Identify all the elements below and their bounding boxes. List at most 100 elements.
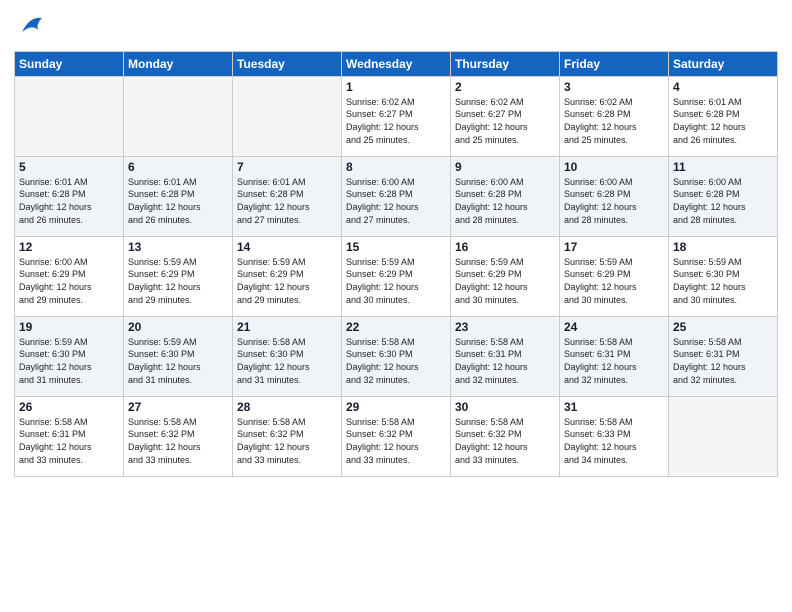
day-number: 7 [237,160,337,174]
weekday-header-row: SundayMondayTuesdayWednesdayThursdayFrid… [15,51,778,76]
day-number: 15 [346,240,446,254]
calendar-cell: 13 Sunrise: 5:59 AMSunset: 6:29 PMDayligh… [124,236,233,316]
calendar-cell: 24 Sunrise: 5:58 AMSunset: 6:31 PMDayligh… [560,316,669,396]
day-number: 14 [237,240,337,254]
calendar-cell: 25Sunrise: 5:58 AMSunset: 6:31 PMDayligh… [669,316,778,396]
logo-text [14,10,44,43]
calendar-cell: 30 Sunrise: 5:58 AMSunset: 6:32 PMDayligh… [451,396,560,476]
day-info: Sunrise: 5:59 AMSunset: 6:29 PMDaylight:… [128,256,228,306]
day-number: 16 [455,240,555,254]
calendar-cell: 21 Sunrise: 5:58 AMSunset: 6:30 PMDayligh… [233,316,342,396]
calendar-cell: 10Sunrise: 6:00 AMSunset: 6:28 PMDayligh… [560,156,669,236]
day-number: 1 [346,80,446,94]
day-info: Sunrise: 5:59 AMSunset: 6:29 PMDaylight:… [455,256,555,306]
day-info: Sunrise: 6:01 AMSunset: 6:28 PMDaylight:… [673,96,773,146]
day-info: Sunrise: 5:58 AMSunset: 6:31 PMDaylight:… [19,416,119,466]
day-number: 23 [455,320,555,334]
calendar-cell: 11Sunrise: 6:00 AMSunset: 6:28 PMDayligh… [669,156,778,236]
header [14,10,778,43]
day-info: Sunrise: 6:00 AMSunset: 6:29 PMDaylight:… [19,256,119,306]
calendar-cell: 14Sunrise: 5:59 AMSunset: 6:29 PMDayligh… [233,236,342,316]
day-info: Sunrise: 5:58 AMSunset: 6:30 PMDaylight:… [346,336,446,386]
calendar-week-4: 19 Sunrise: 5:59 AMSunset: 6:30 PMDayligh… [15,316,778,396]
calendar-week-3: 12Sunrise: 6:00 AMSunset: 6:29 PMDayligh… [15,236,778,316]
day-number: 18 [673,240,773,254]
day-number: 6 [128,160,228,174]
day-info: Sunrise: 6:01 AMSunset: 6:28 PMDaylight:… [128,176,228,226]
calendar-week-2: 5 Sunrise: 6:01 AMSunset: 6:28 PMDaylight… [15,156,778,236]
calendar-cell: 6 Sunrise: 6:01 AMSunset: 6:28 PMDaylight… [124,156,233,236]
day-number: 2 [455,80,555,94]
day-number: 9 [455,160,555,174]
calendar-cell: 16 Sunrise: 5:59 AMSunset: 6:29 PMDayligh… [451,236,560,316]
day-info: Sunrise: 5:59 AMSunset: 6:29 PMDaylight:… [564,256,664,306]
calendar-cell [15,76,124,156]
calendar-cell: 18 Sunrise: 5:59 AMSunset: 6:30 PMDayligh… [669,236,778,316]
day-number: 5 [19,160,119,174]
day-info: Sunrise: 6:02 AMSunset: 6:27 PMDaylight:… [455,96,555,146]
day-number: 30 [455,400,555,414]
calendar-cell: 29Sunrise: 5:58 AMSunset: 6:32 PMDayligh… [342,396,451,476]
weekday-header-tuesday: Tuesday [233,51,342,76]
calendar-cell: 15 Sunrise: 5:59 AMSunset: 6:29 PMDayligh… [342,236,451,316]
day-info: Sunrise: 6:00 AMSunset: 6:28 PMDaylight:… [673,176,773,226]
calendar-cell: 7 Sunrise: 6:01 AMSunset: 6:28 PMDaylight… [233,156,342,236]
day-info: Sunrise: 6:00 AMSunset: 6:28 PMDaylight:… [346,176,446,226]
calendar-cell: 31Sunrise: 5:58 AMSunset: 6:33 PMDayligh… [560,396,669,476]
weekday-header-saturday: Saturday [669,51,778,76]
day-number: 20 [128,320,228,334]
calendar-cell: 17 Sunrise: 5:59 AMSunset: 6:29 PMDayligh… [560,236,669,316]
day-info: Sunrise: 5:59 AMSunset: 6:30 PMDaylight:… [673,256,773,306]
day-info: Sunrise: 5:58 AMSunset: 6:32 PMDaylight:… [237,416,337,466]
logo [14,10,44,43]
day-number: 27 [128,400,228,414]
weekday-header-thursday: Thursday [451,51,560,76]
day-number: 22 [346,320,446,334]
calendar-cell: 3Sunrise: 6:02 AMSunset: 6:28 PMDaylight… [560,76,669,156]
day-number: 10 [564,160,664,174]
calendar-cell: 2 Sunrise: 6:02 AMSunset: 6:27 PMDaylight… [451,76,560,156]
weekday-header-wednesday: Wednesday [342,51,451,76]
day-number: 21 [237,320,337,334]
day-info: Sunrise: 5:58 AMSunset: 6:31 PMDaylight:… [564,336,664,386]
logo-bird-icon [16,10,44,38]
calendar-cell: 19 Sunrise: 5:59 AMSunset: 6:30 PMDayligh… [15,316,124,396]
day-number: 24 [564,320,664,334]
day-number: 8 [346,160,446,174]
day-number: 17 [564,240,664,254]
day-info: Sunrise: 5:58 AMSunset: 6:31 PMDaylight:… [455,336,555,386]
day-number: 3 [564,80,664,94]
calendar-table: SundayMondayTuesdayWednesdayThursdayFrid… [14,51,778,477]
calendar-cell: 9 Sunrise: 6:00 AMSunset: 6:28 PMDaylight… [451,156,560,236]
weekday-header-sunday: Sunday [15,51,124,76]
day-info: Sunrise: 5:59 AMSunset: 6:30 PMDaylight:… [19,336,119,386]
day-info: Sunrise: 6:01 AMSunset: 6:28 PMDaylight:… [237,176,337,226]
calendar-cell: 12Sunrise: 6:00 AMSunset: 6:29 PMDayligh… [15,236,124,316]
calendar-cell: 4 Sunrise: 6:01 AMSunset: 6:28 PMDaylight… [669,76,778,156]
page: SundayMondayTuesdayWednesdayThursdayFrid… [0,0,792,612]
day-info: Sunrise: 5:58 AMSunset: 6:32 PMDaylight:… [455,416,555,466]
calendar-cell: 23 Sunrise: 5:58 AMSunset: 6:31 PMDayligh… [451,316,560,396]
day-number: 19 [19,320,119,334]
calendar-cell: 5 Sunrise: 6:01 AMSunset: 6:28 PMDaylight… [15,156,124,236]
day-info: Sunrise: 6:00 AMSunset: 6:28 PMDaylight:… [455,176,555,226]
day-info: Sunrise: 5:58 AMSunset: 6:30 PMDaylight:… [237,336,337,386]
day-number: 4 [673,80,773,94]
day-info: Sunrise: 6:01 AMSunset: 6:28 PMDaylight:… [19,176,119,226]
day-number: 25 [673,320,773,334]
calendar-cell [669,396,778,476]
day-info: Sunrise: 6:02 AMSunset: 6:27 PMDaylight:… [346,96,446,146]
calendar-cell [124,76,233,156]
calendar-cell [233,76,342,156]
day-number: 13 [128,240,228,254]
day-number: 31 [564,400,664,414]
calendar-cell: 28 Sunrise: 5:58 AMSunset: 6:32 PMDayligh… [233,396,342,476]
day-number: 28 [237,400,337,414]
day-info: Sunrise: 5:59 AMSunset: 6:29 PMDaylight:… [346,256,446,306]
day-info: Sunrise: 5:58 AMSunset: 6:32 PMDaylight:… [128,416,228,466]
calendar-cell: 8 Sunrise: 6:00 AMSunset: 6:28 PMDaylight… [342,156,451,236]
day-info: Sunrise: 5:58 AMSunset: 6:32 PMDaylight:… [346,416,446,466]
calendar-cell: 22 Sunrise: 5:58 AMSunset: 6:30 PMDayligh… [342,316,451,396]
calendar-cell: 1 Sunrise: 6:02 AMSunset: 6:27 PMDaylight… [342,76,451,156]
weekday-header-monday: Monday [124,51,233,76]
